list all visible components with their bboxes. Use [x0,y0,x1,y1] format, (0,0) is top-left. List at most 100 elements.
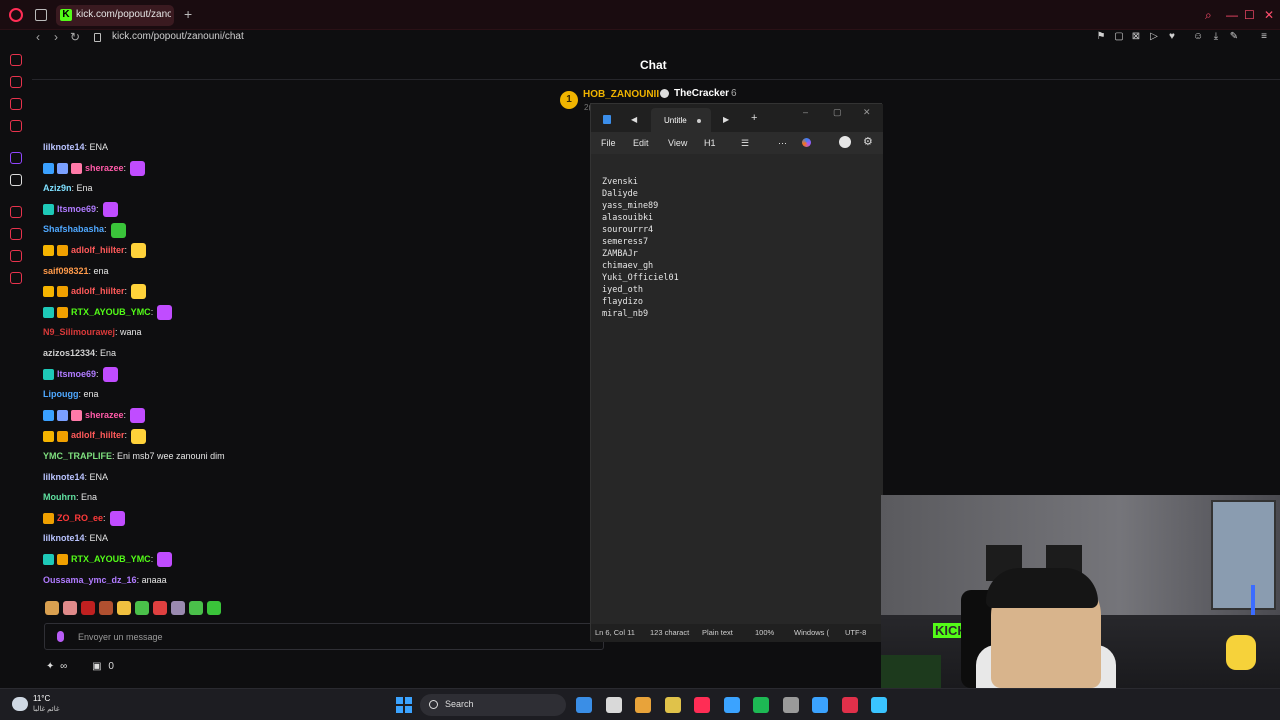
chat-message[interactable]: Itsmoe69: [43,365,118,383]
snapshot-icon[interactable]: ▢ [1114,32,1124,42]
account-icon[interactable] [839,136,851,148]
chat-message[interactable]: lilknote14: ENA [43,138,108,156]
sidebar-instagram-icon[interactable] [10,120,22,132]
chat-username[interactable]: lilknote14 [43,533,85,543]
gift-box-icon[interactable]: ▣ [92,661,101,672]
taskbar-app-icon[interactable] [576,697,592,713]
menu-view[interactable]: View [668,138,687,148]
sidebar-pinboard-icon[interactable] [10,250,22,262]
minimize-icon[interactable]: — [1226,8,1238,22]
heart-icon[interactable]: ♥ [1167,32,1177,42]
chat-message[interactable]: lilknote14: ENA [43,468,108,486]
tab-right-icon[interactable]: ▶ [723,115,729,124]
chat-message[interactable]: sherazee: [43,406,146,424]
sidebar-messenger-icon[interactable] [10,76,22,88]
weather-cloud-icon[interactable] [12,697,28,711]
taskbar-app-icon[interactable] [723,697,740,713]
chat-username[interactable]: N9_Silimourawej [43,327,115,337]
emote-shortcut-icon[interactable] [189,601,203,615]
search-icon[interactable]: ⌕ [1205,8,1212,23]
more-icon[interactable]: ⋯ [778,138,787,149]
notepad-text[interactable]: Zvenski Daliyde yass_mine89 alasouibki souro… [602,176,679,320]
chat-message[interactable]: adlolf_hiilter: [43,282,147,300]
new-tab-button[interactable]: + [184,6,192,22]
sidebar-twitch-icon[interactable] [10,152,22,164]
download-icon[interactable]: ⤓ [1211,32,1221,42]
emote-shortcut-icon[interactable] [99,601,113,615]
minimize-icon[interactable]: – [803,107,808,117]
sidebar-aria-icon[interactable] [10,54,22,66]
chat-username[interactable]: lilknote14 [43,142,85,152]
taskbar-app-icon[interactable] [694,697,710,713]
reload-icon[interactable]: ↻ [70,30,80,44]
chat-message[interactable]: Aziz9n: Ena [43,179,93,197]
taskbar-app-icon[interactable] [753,697,769,713]
chat-message[interactable]: azizos12334: Ena [43,344,116,362]
chat-message[interactable]: Lipougg: ena [43,385,99,403]
emote-shortcut-icon[interactable] [63,601,77,615]
chat-username[interactable]: adlolf_hiilter [71,245,125,255]
menu-file[interactable]: File [601,138,616,148]
emote-picker-icon[interactable] [57,631,64,642]
chat-username[interactable]: azizos12334 [43,348,95,358]
chat-username[interactable]: ZO_RO_ee [57,513,103,523]
close-icon[interactable]: ✕ [1264,8,1274,22]
browser-tab[interactable]: K kick.com/popout/zanouni/ [56,5,174,26]
taskbar-app-icon[interactable] [782,697,799,713]
chat-message[interactable]: adlolf_hiilter: [43,241,147,259]
taskbar-app-icon[interactable] [664,697,681,713]
copilot-icon[interactable] [802,138,811,147]
emote-shortcut-icon[interactable] [45,601,59,615]
emote-shortcut-icon[interactable] [171,601,185,615]
emote-shortcut-icon[interactable] [153,601,167,615]
chat-message[interactable]: RTX_AYOUB_YMC: [43,303,173,321]
windows-start-icon[interactable] [396,697,412,713]
sidebar-x-icon[interactable] [10,174,22,186]
player-icon[interactable]: ▷ [1149,32,1159,42]
notepad-tab[interactable]: Untitle [651,108,711,132]
tab-grid-icon[interactable] [35,9,47,21]
sidebar-player-icon[interactable] [10,206,22,218]
infinity-icon[interactable]: ∞ [60,661,67,672]
chat-username[interactable]: RTX_AYOUB_YMC [71,554,151,564]
chat-username[interactable]: lilknote14 [43,472,85,482]
profile-icon[interactable]: ☺ [1193,32,1203,42]
chat-username[interactable]: adlolf_hiilter [71,430,125,440]
emote-shortcut-icon[interactable] [135,601,149,615]
pinned-username[interactable]: HOB_ZANOUNII [583,89,659,100]
chat-username[interactable]: Shafshabasha [43,224,104,234]
chat-message[interactable]: YMC_TRAPLIFE: Eni msb7 wee zanouni dim [43,447,225,465]
chat-username[interactable]: sherazee [85,163,124,173]
close-icon[interactable]: ✕ [863,107,871,118]
chat-message[interactable]: ZO_RO_ee: [43,509,125,527]
taskbar-app-icon[interactable] [841,697,858,713]
gear-icon[interactable]: ⚙ [863,135,873,148]
settings-icon[interactable]: ✦ [46,661,54,672]
chat-message[interactable]: Shafshabasha: [43,220,126,238]
emote-shortcut-icon[interactable] [207,601,221,615]
chat-username[interactable]: sherazee [85,410,124,420]
weather-desc[interactable]: غائم غالبا [33,705,60,713]
ai-icon[interactable]: ✎ [1229,32,1239,42]
emote-shortcut-icon[interactable] [81,601,95,615]
weather-temp[interactable]: 11°C [33,694,50,703]
new-tab-icon[interactable]: + [751,112,757,124]
bookmark-icon[interactable]: ⚑ [1096,32,1106,42]
taskbar-app-icon[interactable] [812,697,828,713]
sidebar-whatsapp-icon[interactable] [10,98,22,110]
chat-username[interactable]: Lipougg [43,389,79,399]
chat-message[interactable]: lilknote14: ENA [43,529,108,547]
chat-username[interactable]: YMC_TRAPLIFE [43,451,112,461]
chat-username[interactable]: Itsmoe69 [57,204,96,214]
chat-input[interactable]: Envoyer un message [44,623,604,650]
taskbar-app-icon[interactable] [871,697,887,713]
heading-dropdown[interactable]: H1 [704,138,716,148]
chat-message[interactable]: Oussama_ymc_dz_16: anaaa [43,571,167,589]
chat-username[interactable]: Itsmoe69 [57,369,96,379]
taskbar-search[interactable]: Search [420,694,566,716]
chat-message[interactable]: sherazee: [43,159,146,177]
chat-message[interactable]: Mouhrn: Ena [43,488,97,506]
menu-edit[interactable]: Edit [633,138,649,148]
forward-icon[interactable]: › [54,30,58,44]
notepad-editor[interactable]: Zvenski Daliyde yass_mine89 alasouibki souro… [591,154,883,624]
